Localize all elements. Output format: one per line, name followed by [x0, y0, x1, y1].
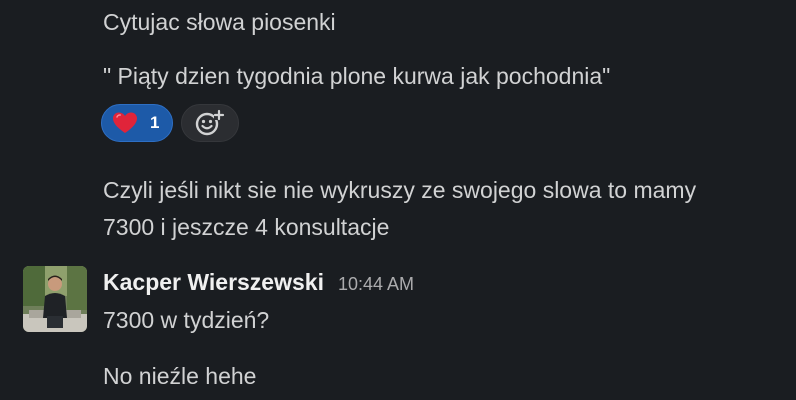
heart-reaction-button[interactable]: 1 — [101, 104, 173, 142]
add-emoji-icon — [195, 109, 225, 136]
avatar-photo — [23, 266, 87, 332]
avatar[interactable] — [23, 266, 87, 332]
message-text: Cytujac słowa piosenki — [103, 9, 336, 35]
message-text: 7300 i jeszcze 4 konsultacje — [103, 214, 390, 240]
reaction-count: 1 — [150, 113, 160, 132]
message-text: No nieźle hehe — [103, 363, 257, 389]
message-timestamp[interactable]: 10:44 AM — [338, 274, 414, 295]
sender-name[interactable]: Kacper Wierszewski — [103, 264, 324, 300]
heart-emoji-icon — [113, 112, 137, 133]
message-text: Czyli jeśli nikt sie nie wykruszy ze swo… — [103, 177, 697, 203]
message-text: 7300 w tydzień? — [103, 307, 270, 333]
message-header: Kacper Wierszewski 10:44 AM — [103, 264, 414, 300]
reaction-bar: 1 — [101, 104, 239, 142]
add-reaction-button[interactable] — [181, 104, 239, 142]
message-text: " Piąty dzien tygodnia plone kurwa jak p… — [103, 63, 611, 89]
